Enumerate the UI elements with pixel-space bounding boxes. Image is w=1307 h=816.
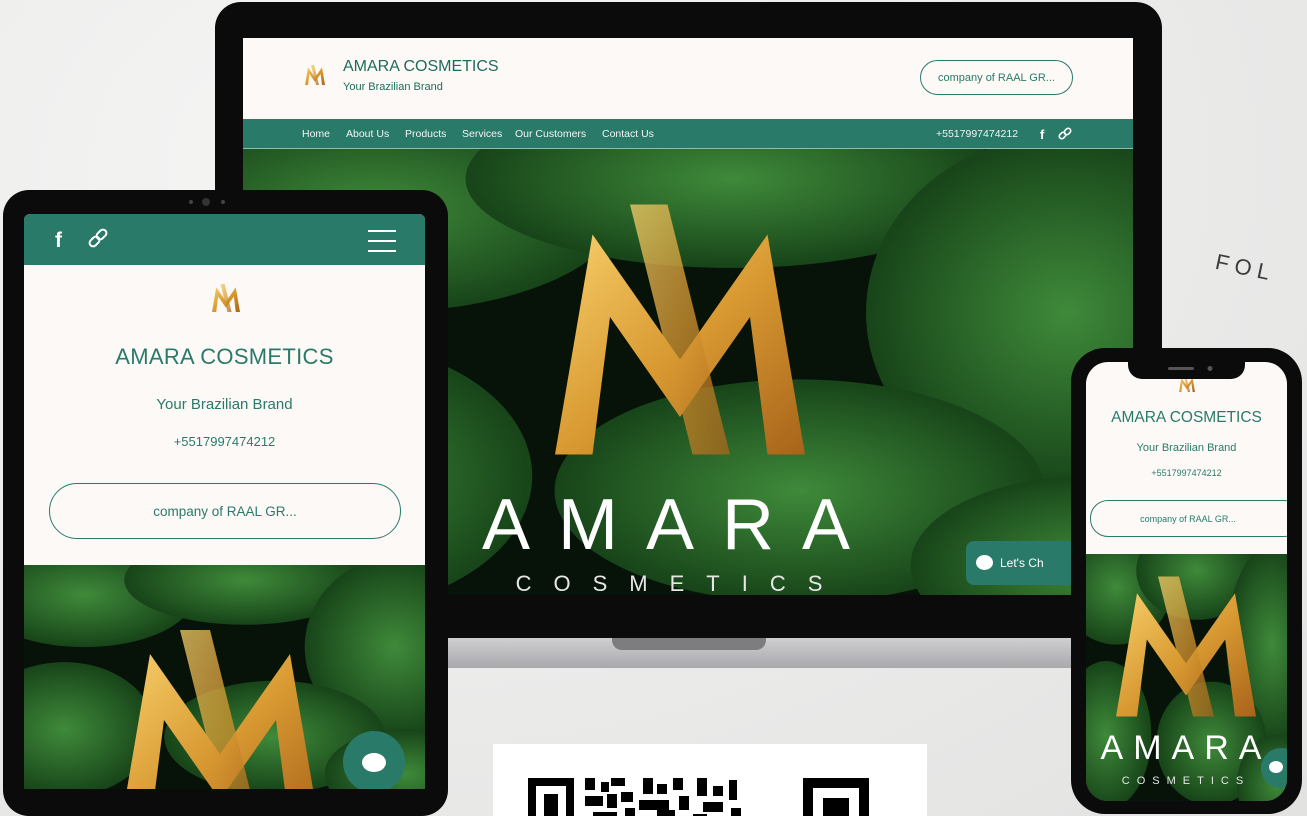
laptop-notch [612, 638, 766, 650]
phone-speaker [1168, 366, 1213, 371]
nav-services[interactable]: Services [462, 128, 502, 140]
hero-word: AMARA [1101, 729, 1272, 767]
tablet-top-bar: f [24, 214, 425, 265]
svg-text:f: f [1040, 127, 1045, 141]
link-icon[interactable] [1058, 127, 1072, 141]
qr-code[interactable] [493, 744, 927, 816]
site-tagline: Your Brazilian Brand [1136, 442, 1237, 454]
hero-word: AMARA [482, 485, 878, 565]
tablet-camera [189, 198, 225, 206]
amara-logo-icon[interactable] [212, 284, 240, 312]
phone-hero-banner: AMARA COSMETICS [1086, 554, 1287, 801]
company-button[interactable]: company of RAAL GR... [1090, 500, 1287, 537]
link-icon[interactable] [87, 228, 109, 250]
nav-contact-us[interactable]: Contact Us [602, 128, 654, 140]
chat-bubble-icon [1269, 761, 1283, 773]
svg-text:f: f [55, 229, 63, 250]
qr-code-icon [528, 778, 869, 816]
laptop-site-header: AMARA COSMETICS Your Brazilian Brand com… [243, 38, 1133, 119]
nav-home[interactable]: Home [302, 128, 330, 140]
chat-button[interactable] [343, 731, 405, 789]
nav-about-us[interactable]: About Us [346, 128, 389, 140]
site-tagline: Your Brazilian Brand [156, 396, 293, 413]
site-title[interactable]: AMARA COSMETICS [343, 58, 499, 76]
facebook-icon[interactable]: f [54, 228, 68, 250]
nav-our-customers[interactable]: Our Customers [515, 128, 586, 140]
chat-bubble-icon [362, 753, 386, 772]
hero-amara-logo [120, 630, 320, 789]
site-title[interactable]: AMARA COSMETICS [24, 344, 425, 370]
laptop-nav-bar: Home About Us Products Services Our Cust… [243, 119, 1133, 149]
site-title[interactable]: AMARA COSMETICS [1086, 409, 1287, 427]
facebook-icon[interactable]: f [1039, 127, 1049, 141]
chat-bubble-icon [976, 555, 993, 570]
follow-curved-text: FOL [1213, 248, 1278, 287]
site-phone[interactable]: +5517997474212 [1086, 468, 1287, 478]
company-button[interactable]: company of RAAL GR... [920, 60, 1073, 95]
hamburger-menu-icon[interactable] [368, 227, 396, 255]
phone-screen: AMARA COSMETICS Your Brazilian Brand +55… [1086, 362, 1287, 801]
amara-logo-icon[interactable] [305, 65, 325, 85]
hero-wordmark: AMARA COSMETICS [1101, 729, 1272, 787]
header-phone[interactable]: +5517997474212 [936, 128, 1018, 140]
hero-subword: COSMETICS [1122, 775, 1250, 787]
company-button[interactable]: company of RAAL GR... [49, 483, 401, 539]
site-tagline: Your Brazilian Brand [343, 81, 443, 93]
tablet-screen: f AMARA COSMETICS Your Brazilian Brand +… [24, 214, 425, 789]
nav-products[interactable]: Products [405, 128, 446, 140]
hero-subword: COSMETICS [516, 571, 845, 595]
site-phone[interactable]: +5517997474212 [24, 434, 425, 449]
chat-label: Let's Ch [1000, 556, 1044, 570]
